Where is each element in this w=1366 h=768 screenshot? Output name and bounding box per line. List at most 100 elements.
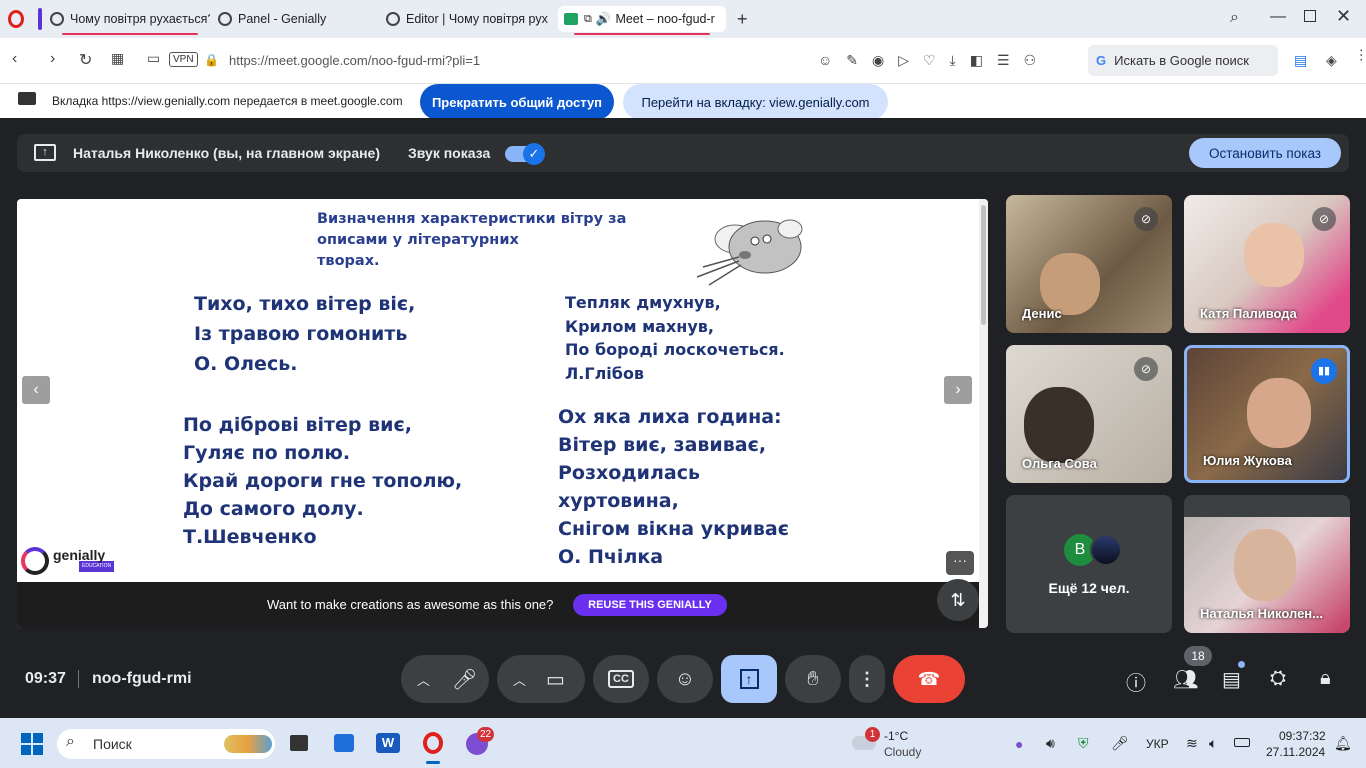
tab-4[interactable]: ⧉ 🔊 Meet – noo-fgud-r	[558, 6, 726, 32]
activities-icon[interactable]: ⛭	[1270, 667, 1286, 690]
participant-video	[1247, 378, 1311, 448]
google-search-field[interactable]: G Искать в Google поиск	[1088, 45, 1278, 76]
notification-bell-icon[interactable]: 🔔︎	[1334, 735, 1352, 752]
meet-icon	[564, 13, 578, 25]
participant-tile-speaking[interactable]: ▮▮ Юлия Жукова	[1184, 345, 1350, 483]
tab-2[interactable]: Panel - Genially	[218, 6, 378, 32]
more-participants-tile[interactable]: В Ещё 12 чел.	[1006, 495, 1172, 633]
tab-3[interactable]: Editor | Чому повітря рух	[386, 6, 551, 32]
search-icon: ⌕	[66, 733, 75, 750]
back-icon[interactable]: ‹	[12, 50, 17, 68]
tab-2-title: Panel - Genially	[238, 12, 327, 26]
new-tab-icon[interactable]: +	[737, 9, 748, 30]
reload-icon[interactable]: ↻	[79, 50, 92, 70]
slide-options-button[interactable]: ···	[946, 551, 974, 575]
restore-icon[interactable]	[1304, 10, 1316, 22]
next-slide-button[interactable]: ›	[944, 376, 972, 404]
chevron-up-icon[interactable]: ︿	[417, 670, 430, 689]
poem-3: По діброві вітер виє, Гуляє по полю. Кра…	[183, 414, 463, 548]
raise-hand-button[interactable]: ✋︎	[785, 655, 841, 703]
camera-icon[interactable]: ▭	[546, 667, 565, 692]
lock-icon: 🔒	[204, 53, 219, 67]
share-message: Вкладка https://view.genially.com переда…	[52, 94, 403, 108]
leave-call-button[interactable]: ☎︎	[893, 655, 965, 703]
tab-1-title: Чому повітря рухається?	[70, 12, 210, 26]
store-icon[interactable]	[334, 734, 354, 752]
participant-name: Наталья Николен...	[1200, 606, 1323, 621]
battery-icon[interactable]	[1234, 738, 1250, 747]
chevron-up-icon[interactable]: ︿	[513, 670, 526, 689]
clock-time[interactable]: 09:37:32	[1279, 729, 1326, 743]
participant-tile[interactable]: ⊘ Ольга Сова	[1006, 345, 1172, 483]
emoji-button[interactable]: ☺	[657, 655, 713, 703]
wifi-icon[interactable]: ≋	[1186, 735, 1198, 752]
sound-toggle[interactable]: ✓	[505, 143, 545, 165]
present-screen-icon: ↑	[34, 144, 56, 161]
tab-1[interactable]: Чому повітря рухається?	[50, 6, 210, 32]
mic-off-icon: ⊘	[1134, 207, 1158, 231]
info-icon[interactable]: ⓘ	[1126, 667, 1146, 696]
poem-2: Тепляк дмухнув, Крилом махнув, По бороді…	[565, 293, 785, 383]
go-to-tab-button[interactable]: Перейти на вкладку: view.genially.com	[623, 84, 888, 120]
genially-logo-text: genially	[53, 547, 106, 563]
microphone-icon[interactable]: 🎤︎	[452, 667, 477, 692]
opera-logo-icon[interactable]	[8, 10, 24, 28]
swap-view-button[interactable]: ⇅	[937, 579, 979, 621]
chrome-icon	[218, 12, 232, 26]
participant-name: Катя Паливода	[1200, 306, 1297, 321]
captions-icon: CC	[608, 670, 634, 688]
scrollbar[interactable]	[979, 199, 988, 628]
participant-name: Денис	[1022, 306, 1062, 321]
participant-tile-self[interactable]: Наталья Николен...	[1184, 495, 1350, 633]
hand-icon: ✋︎	[807, 667, 819, 690]
word-icon[interactable]: W	[376, 733, 400, 753]
security-icon[interactable]: ⛨	[1078, 735, 1089, 752]
poem-4: Ох яка лиха година: Вітер виє, завиває, …	[558, 406, 790, 568]
slide-title: Визначення характеристики вітру за описа…	[317, 211, 627, 269]
minimize-icon[interactable]: —	[1270, 8, 1286, 26]
sidebar-accent	[38, 8, 42, 30]
viber-tray-icon[interactable]: ●	[1015, 736, 1023, 752]
hang-up-icon: ☎︎	[917, 668, 941, 689]
reuse-genially-button[interactable]: REUSE THIS GENIALLY	[573, 594, 727, 616]
host-controls-icon[interactable]: 🔒︎	[1320, 667, 1331, 690]
participant-tile[interactable]: ⊘ Денис	[1006, 195, 1172, 333]
cube-icon[interactable]: ◈	[1326, 52, 1337, 69]
people-icon[interactable]: 👥︎	[1173, 667, 1198, 692]
extensions-icon[interactable]: ▤	[1294, 52, 1307, 69]
clock-date[interactable]: 27.11.2024	[1266, 745, 1325, 759]
stop-presenting-button[interactable]: Остановить показ	[1189, 138, 1341, 168]
search-highlight-icon	[224, 735, 272, 753]
opera-icon[interactable]	[423, 732, 443, 754]
stop-sharing-button[interactable]: Прекратить общий доступ	[420, 84, 614, 120]
forward-icon[interactable]: ›	[50, 50, 55, 68]
chat-icon[interactable]: ▤	[1222, 667, 1241, 692]
task-view-icon[interactable]	[290, 735, 308, 751]
speed-dial-icon[interactable]: ▦	[111, 50, 124, 67]
chat-notification-dot	[1238, 661, 1245, 668]
language-indicator[interactable]: УКР	[1146, 737, 1169, 751]
present-button[interactable]: ↑	[721, 655, 777, 703]
prev-slide-button[interactable]: ‹	[22, 376, 50, 404]
search-tabs-icon[interactable]: ⌕	[1230, 9, 1239, 27]
close-window-icon[interactable]: ✕	[1336, 6, 1351, 27]
people-count-badge: 18	[1184, 646, 1212, 666]
vpn-badge[interactable]: VPN	[169, 52, 198, 67]
camera-icon[interactable]: ▭	[147, 50, 160, 67]
tab-4-title: Meet – noo-fgud-r	[615, 12, 715, 26]
toolbar-icons[interactable]: ☺✎◉▷♡⤓◧☰⚇	[818, 52, 1050, 69]
more-options-button[interactable]: ⋮	[849, 655, 885, 703]
windows-start-icon[interactable]	[21, 733, 43, 755]
avatar-photo	[1090, 534, 1122, 566]
captions-button[interactable]: CC	[593, 655, 649, 703]
menu-dots-icon[interactable]: ⋯	[1354, 48, 1366, 62]
promo-text: Want to make creations as awesome as thi…	[267, 597, 554, 612]
volume-app-icon[interactable]: 🔊︎	[1046, 735, 1055, 752]
participant-tile[interactable]: ⊘ Катя Паливода	[1184, 195, 1350, 333]
speaker-icon[interactable]: 🔈︎	[1209, 735, 1217, 752]
url-field[interactable]: https://meet.google.com/noo-fgud-rmi?pli…	[229, 53, 480, 68]
tab-3-title: Editor | Чому повітря рух	[406, 12, 548, 26]
microphone-tray-icon[interactable]: 🎤︎	[1111, 735, 1129, 752]
active-app-indicator	[426, 761, 440, 764]
tab-1-indicator	[62, 33, 198, 35]
